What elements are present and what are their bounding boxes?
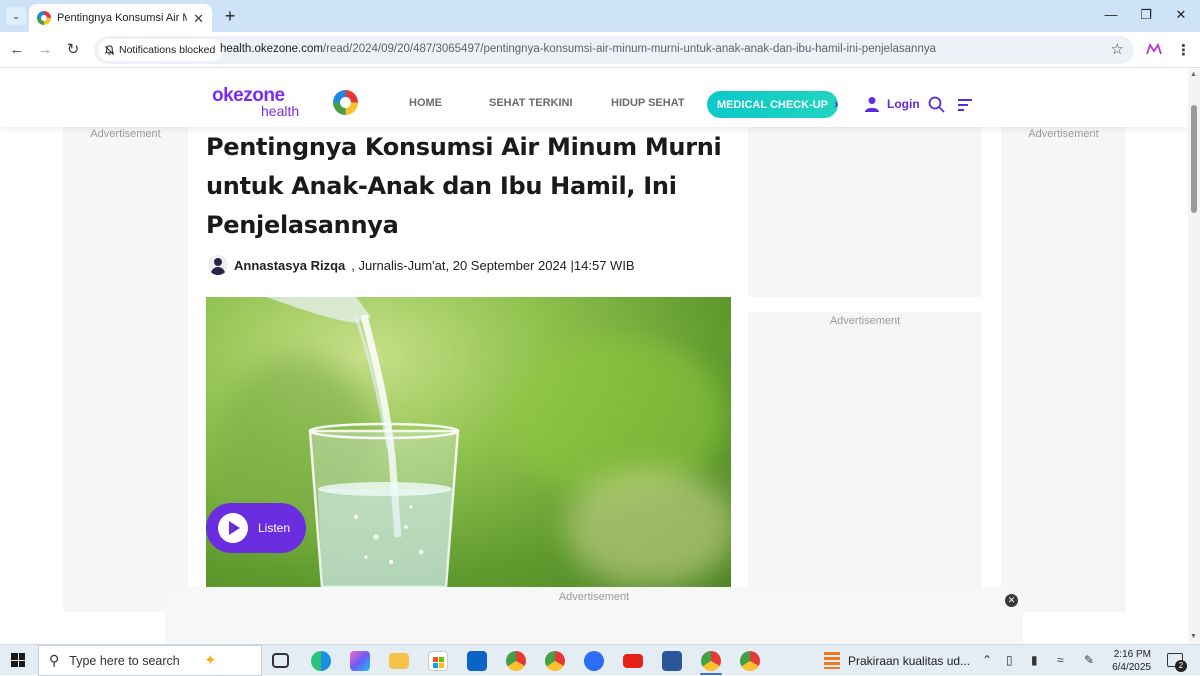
ad-label-sidebar: Advertisement: [829, 315, 901, 327]
notification-count-badge: 2: [1175, 660, 1187, 672]
copilot-icon[interactable]: [350, 651, 370, 671]
weather-haze-icon[interactable]: [824, 652, 840, 669]
nav-sehat-terkini[interactable]: SEHAT TERKINI: [489, 97, 573, 109]
play-icon: [218, 513, 248, 543]
tab-title: Pentingnya Konsumsi Air Minum: [57, 12, 187, 24]
okezone-favicon-icon: [37, 11, 51, 25]
chrome-active-icon[interactable]: [701, 651, 721, 671]
wifi-icon[interactable]: ≈: [1057, 653, 1064, 667]
taskbar-clock[interactable]: 2:16 PM 6/4/2025: [1105, 648, 1151, 674]
task-view-icon[interactable]: [272, 653, 289, 668]
windows-taskbar: ⚲ Type here to search ✦ Prakiraan kualit…: [0, 644, 1200, 676]
back-button[interactable]: ←: [7, 40, 27, 60]
notifications-blocked-chip[interactable]: Notifications blocked: [98, 39, 224, 61]
chevron-down-icon: ⌄: [12, 10, 20, 21]
url-path: /read/2024/09/20/487/3065497/pentingnya-…: [322, 43, 936, 55]
logo-sub-text: health: [261, 103, 300, 119]
chrome-icon[interactable]: [740, 651, 760, 671]
okezone-ring-icon[interactable]: [333, 90, 358, 115]
url-text[interactable]: health.okezone.com/read/2024/09/20/487/3…: [220, 43, 936, 55]
scroll-up-icon[interactable]: ▲: [1190, 71, 1197, 78]
device-icon[interactable]: ▯: [1006, 653, 1013, 667]
taskbar-search-box[interactable]: ⚲ Type here to search: [38, 645, 262, 676]
restore-window-button[interactable]: ❐: [1128, 5, 1164, 25]
byline-meta: , Jurnalis-Jum'at, 20 September 2024 |14…: [351, 257, 635, 273]
youtube-icon[interactable]: [623, 654, 643, 668]
okezone-health-logo[interactable]: okezone health: [212, 86, 307, 118]
address-bar[interactable]: Notifications blocked health.okezone.com…: [94, 36, 1134, 64]
sticky-bottom-ad[interactable]: Advertisement: [165, 587, 1023, 644]
listen-button[interactable]: Listen: [206, 503, 306, 553]
url-host: health.okezone.com: [220, 43, 323, 55]
ad-label-left: Advertisement: [90, 128, 161, 140]
bell-off-icon: [104, 44, 115, 55]
browser-toolbar: ← → ↻ Notifications blocked health.okezo…: [0, 32, 1200, 68]
site-header: okezone health HOME SEHAT TERKINI HIDUP …: [0, 69, 1188, 127]
extension-icon[interactable]: [1146, 42, 1162, 56]
nav-hidup-sehat[interactable]: HIDUP SEHAT: [611, 97, 685, 109]
listen-label: Listen: [258, 521, 291, 535]
copilot-sparkle-icon[interactable]: ✦: [204, 651, 217, 669]
chevron-up-icon[interactable]: ⌃: [982, 653, 992, 667]
reload-button[interactable]: ↻: [63, 40, 83, 60]
login-link[interactable]: Login: [887, 97, 920, 111]
clock-time: 2:16 PM: [1113, 649, 1151, 660]
battery-icon[interactable]: ▮: [1031, 653, 1038, 667]
medical-checkup-button[interactable]: MEDICAL CHECK-UP: [707, 91, 838, 118]
bookmark-star-icon[interactable]: ☆: [1111, 40, 1124, 58]
search-icon: ⚲: [49, 652, 60, 668]
chrome-profile-2-icon[interactable]: [545, 651, 565, 671]
ad-slot-right[interactable]: Advertisement: [1001, 127, 1126, 612]
ad-slot-left[interactable]: Advertisement: [63, 127, 188, 612]
web-page: okezone health HOME SEHAT TERKINI HIDUP …: [0, 69, 1188, 644]
nav-home[interactable]: HOME: [409, 97, 442, 109]
outlook-icon[interactable]: [467, 651, 487, 671]
author-avatar-icon: [208, 255, 228, 275]
ad-slot-sidebar-top[interactable]: [748, 127, 982, 297]
edge-icon[interactable]: [311, 651, 331, 671]
pen-icon[interactable]: ✎: [1084, 653, 1094, 667]
page-scrollbar[interactable]: ▲ ▼: [1188, 69, 1200, 644]
author-name[interactable]: Annastasya Rizqa: [234, 258, 345, 273]
browser-menu-icon[interactable]: ⋮: [1176, 41, 1191, 59]
close-ad-icon[interactable]: ✕: [1005, 594, 1018, 607]
windows-start-icon[interactable]: [11, 653, 25, 667]
scroll-thumb[interactable]: [1191, 105, 1197, 213]
scroll-down-icon[interactable]: ▼: [1190, 633, 1197, 640]
clock-date: 6/4/2025: [1112, 662, 1151, 673]
browser-tab-bar: ⌄ Pentingnya Konsumsi Air Minum ✕ + — ❐ …: [0, 0, 1200, 32]
microsoft-store-icon[interactable]: [428, 651, 448, 671]
chrome-profile-1-icon[interactable]: [506, 651, 526, 671]
tab-search-button[interactable]: ⌄: [6, 7, 26, 25]
minimize-window-button[interactable]: —: [1093, 5, 1129, 25]
chevron-right-icon[interactable]: ›: [834, 96, 838, 111]
hamburger-menu-icon[interactable]: [958, 99, 972, 111]
close-tab-icon[interactable]: ✕: [193, 12, 204, 25]
forward-button[interactable]: →: [35, 40, 55, 60]
search-icon[interactable]: [928, 96, 945, 113]
word-icon[interactable]: [662, 651, 682, 671]
ad-slot-sidebar[interactable]: Advertisement: [748, 312, 982, 612]
taskbar-search-placeholder: Type here to search: [69, 653, 180, 668]
zoom-icon[interactable]: [584, 651, 604, 671]
article-byline: Annastasya Rizqa , Jurnalis-Jum'at, 20 S…: [208, 255, 635, 275]
ad-label-right: Advertisement: [1028, 128, 1099, 140]
weather-widget-text[interactable]: Prakiraan kualitas ud...: [848, 654, 970, 668]
new-tab-button[interactable]: +: [220, 6, 240, 26]
notifications-blocked-label: Notifications blocked: [119, 44, 216, 56]
ad-label-bottom: Advertisement: [558, 591, 630, 603]
article-headline: Pentingnya Konsumsi Air Minum Murni untu…: [206, 133, 722, 239]
file-explorer-icon[interactable]: [389, 653, 409, 669]
browser-tab-active[interactable]: Pentingnya Konsumsi Air Minum ✕: [29, 4, 212, 32]
user-icon[interactable]: [864, 96, 880, 112]
close-window-button[interactable]: ✕: [1163, 5, 1199, 25]
